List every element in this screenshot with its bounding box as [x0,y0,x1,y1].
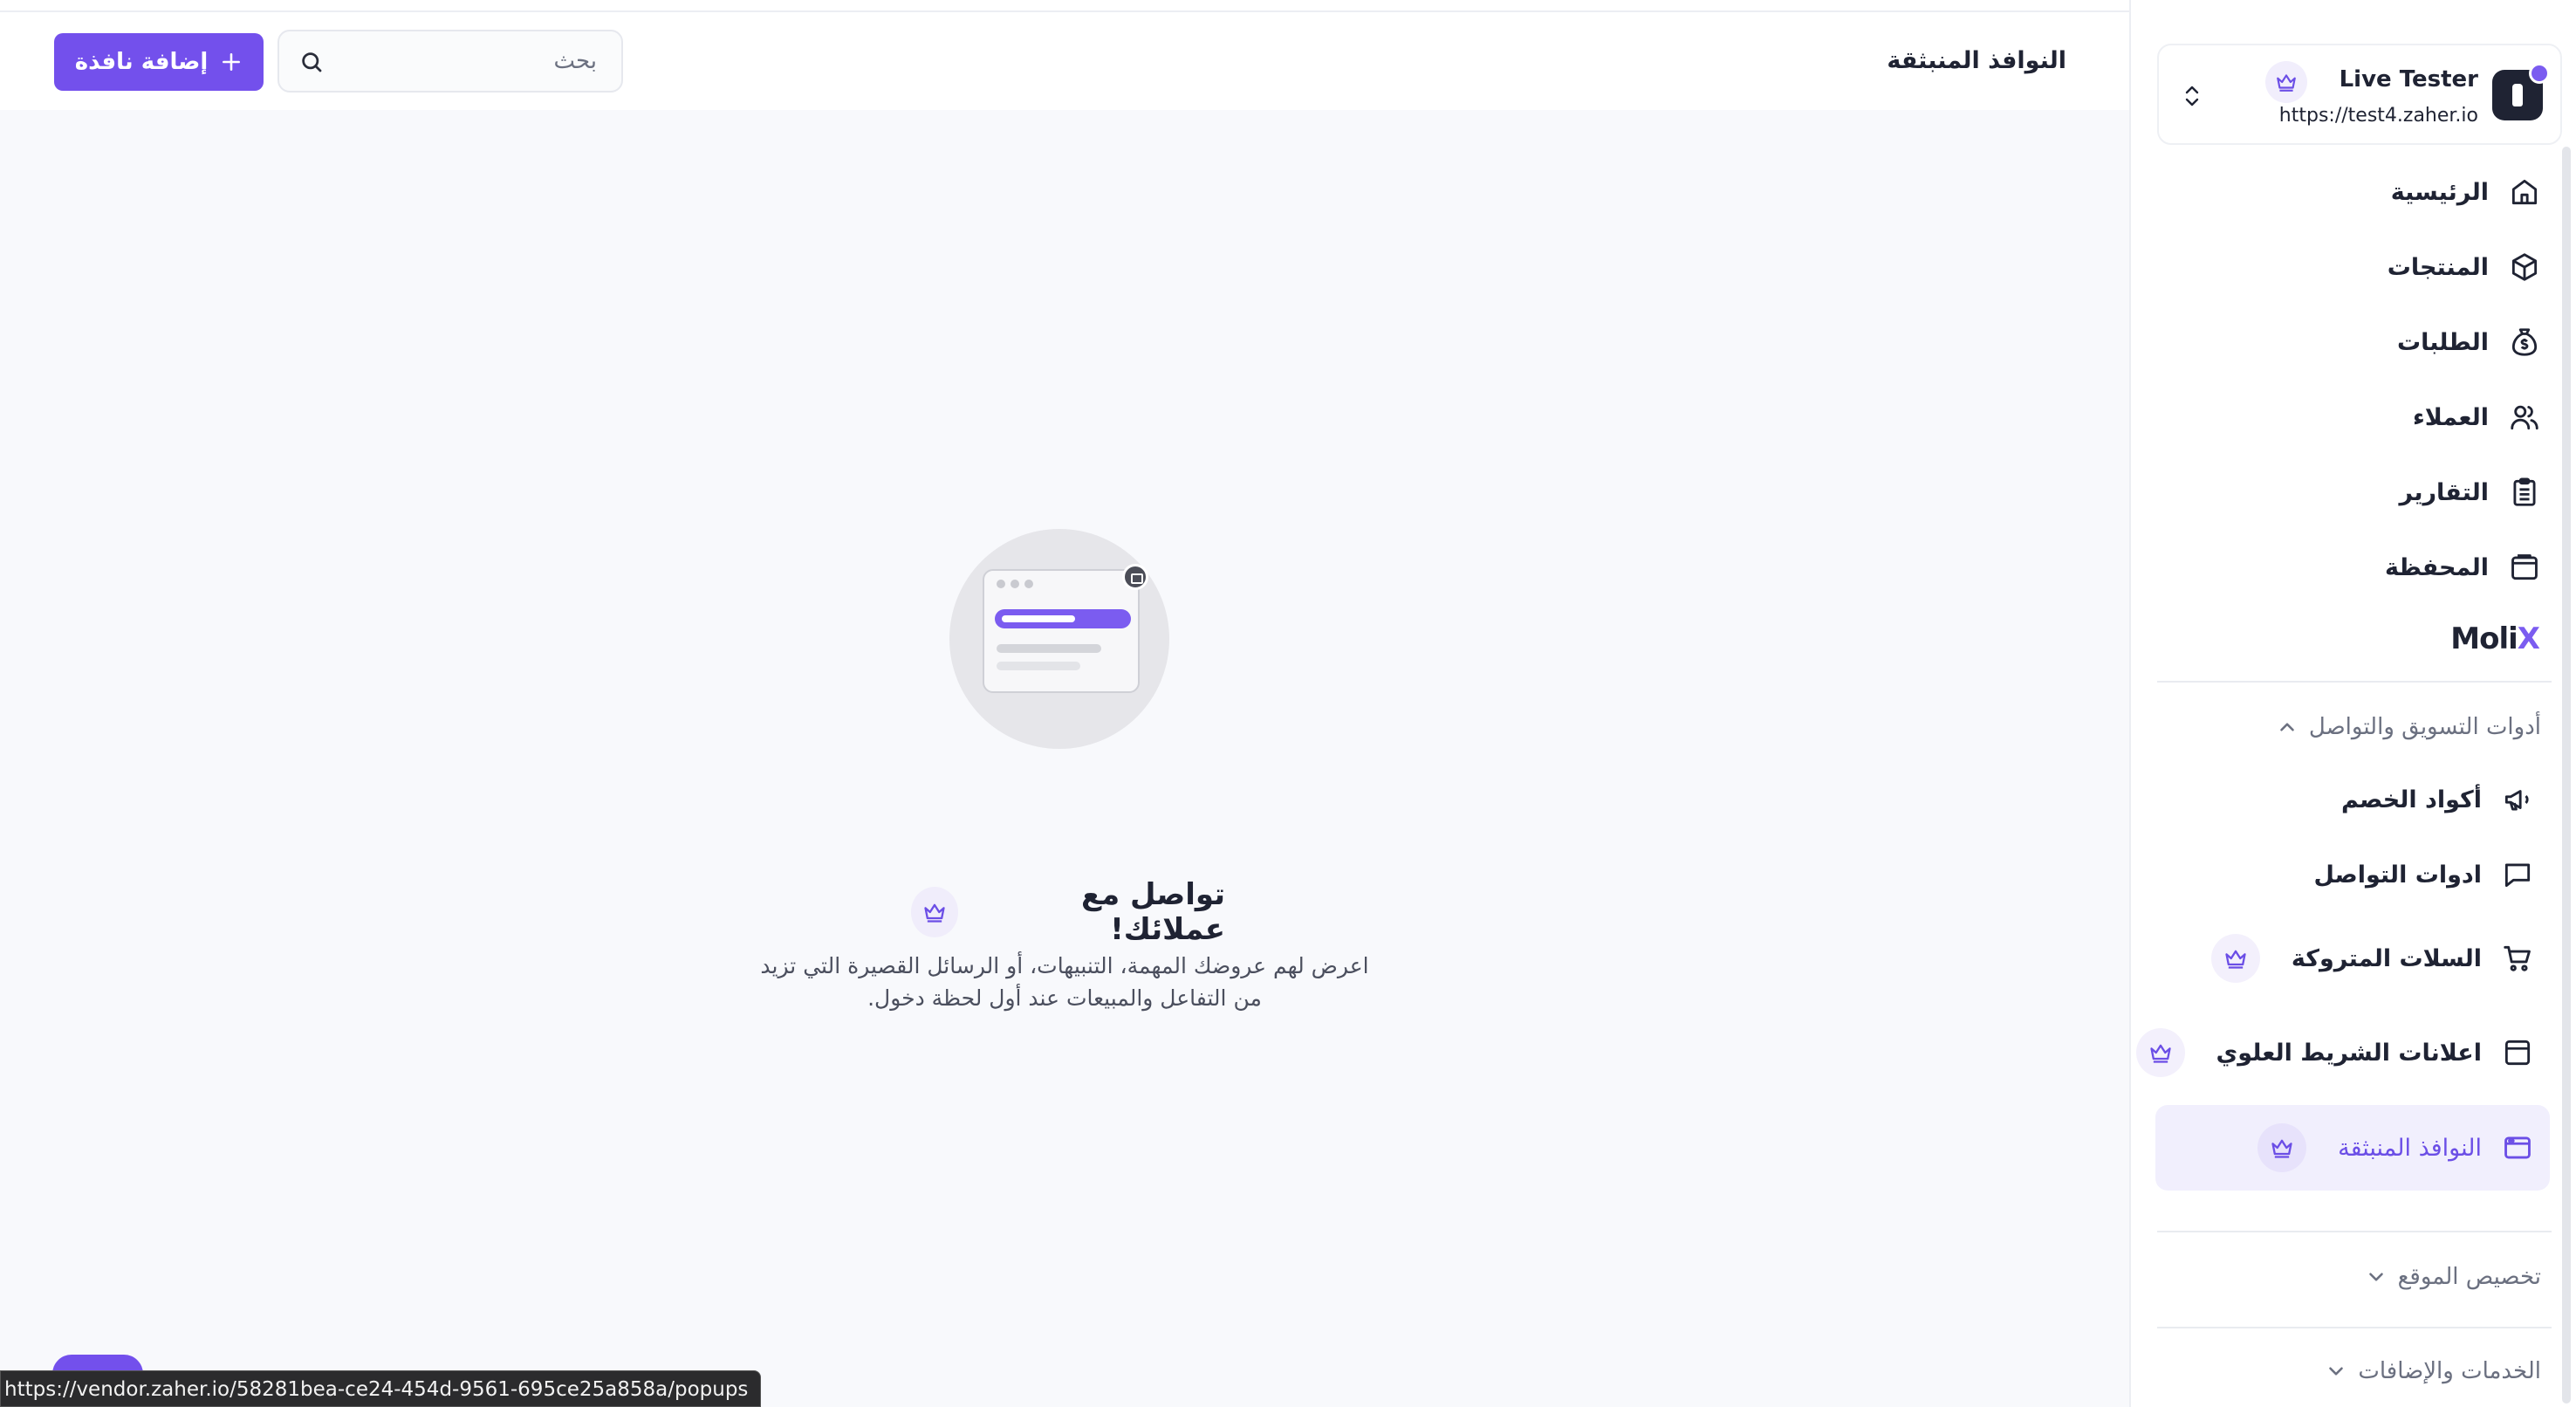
sidebar: Live Tester https://test4.zaher.io الرئي… [2129,0,2576,1407]
clipboard-icon [2513,477,2536,506]
brand-name: MoliX [2450,621,2540,656]
store-url: https://test4.zaher.io [2278,105,2478,127]
empty-state-title-row: تواصل مع عملائك! [911,877,1225,947]
sidebar-item-label: ادوات التواصل [2313,861,2482,889]
megaphone-icon [2504,790,2529,811]
section-title: تخصيص الموقع [2397,1264,2541,1290]
sidebar-item-wallet[interactable]: المحفظة [2385,543,2541,592]
top-border [0,0,2129,12]
sidebar-item-label: اعلانات الشريط العلوي [2216,1039,2482,1067]
divider [2157,681,2552,683]
sidebar-item-products[interactable]: المنتجات [2388,243,2541,292]
divider [2157,1231,2552,1232]
add-popup-button[interactable]: إضافة نافذة [54,33,264,91]
sidebar-item-customers[interactable]: العملاء [2413,393,2541,442]
sidebar-item-abandoned-carts[interactable]: السلات المتروكة [2210,930,2534,986]
sidebar-item-popups[interactable]: النوافذ المنبثقة [2155,1105,2550,1191]
chevron-down-icon [2329,1367,2344,1376]
settings-badge-icon [2529,63,2550,84]
users-icon [2511,405,2538,430]
store-logo [2492,63,2550,120]
add-popup-button-label: إضافة نافذة [74,49,209,75]
section-title: أدوات التسويق والتواصل [2308,714,2541,740]
store-switcher[interactable]: Live Tester https://test4.zaher.io [2157,44,2562,145]
close-icon [1122,564,1148,590]
chevron-down-icon [2368,1273,2383,1281]
sidebar-item-label: العملاء [2412,403,2489,431]
section-title: الخدمات والإضافات [2358,1358,2541,1384]
empty-state-title: تواصل مع عملائك! [1080,877,1225,947]
section-site-customization[interactable]: تخصيص الموقع [2365,1264,2541,1290]
status-bar-url: https://vendor.zaher.io/58281bea-ce24-45… [0,1370,762,1407]
sidebar-item-label: المنتجات [2387,253,2489,281]
wallet-icon [2511,554,2538,580]
search-box[interactable] [277,30,623,93]
sidebar-item-label: النوافذ المنبثقة [2338,1134,2482,1162]
sidebar-item-reports[interactable]: التقارير [2400,468,2541,517]
sidebar-item-home[interactable]: الرئيسية [2391,168,2541,216]
main-content: تواصل مع عملائك! اعرض لهم عروضك المهمة، … [0,110,2129,1407]
page-title: النوافذ المنبثقة [1887,47,2066,74]
chat-bubble-icon [2504,863,2531,888]
search-input[interactable] [335,48,597,74]
crown-icon [2265,61,2307,103]
home-icon [2511,179,2538,205]
crown-icon [2210,934,2260,983]
crown-icon [2135,1028,2185,1077]
store-name: Live Tester [2339,66,2478,93]
sidebar-item-discount-codes[interactable]: أكواد الخصم [2341,772,2534,827]
popup-window-illustration [983,564,1148,693]
chevron-up-down-icon[interactable] [2176,79,2208,113]
sidebar-item-orders[interactable]: الطلبات [2397,318,2541,367]
top-bar-icon [2504,1040,2531,1066]
plus-icon [223,53,241,71]
sidebar-scrollbar[interactable] [2562,147,2571,1404]
empty-state-illustration [949,529,1169,749]
money-bag-icon [2511,328,2538,356]
sidebar-item-communication-tools[interactable]: ادوات التواصل [2314,847,2534,903]
sidebar-item-label: التقارير [2399,478,2489,506]
section-marketing-tools[interactable]: أدوات التسويق والتواصل [2276,714,2541,740]
search-icon [302,52,322,72]
sidebar-item-label: الطلبات [2396,328,2489,356]
app-root: النوافذ المنبثقة إضافة نافذة تواصل مع عم… [0,0,2576,1407]
section-services-addons[interactable]: الخدمات والإضافات [2325,1358,2541,1384]
crown-icon [2257,1123,2307,1172]
chevron-up-icon [2280,723,2294,731]
box-icon [2511,253,2538,281]
crown-icon [911,887,959,937]
sidebar-item-label: الرئيسية [2390,178,2489,206]
divider [2157,1327,2552,1328]
sidebar-item-top-bar-ads[interactable]: اعلانات الشريط العلوي [2135,1025,2534,1081]
popup-window-icon [2504,1136,2531,1159]
sidebar-item-label: المحفظة [2384,553,2489,581]
sidebar-item-label: السلات المتروكة [2291,944,2482,972]
sidebar-item-label: أكواد الخصم [2340,786,2482,813]
cart-icon [2504,945,2531,971]
empty-state-description: اعرض لهم عروضك المهمة، التنبيهات، أو الر… [760,953,1369,1011]
brand-logo: MoliX [2450,621,2540,656]
page-header: النوافذ المنبثقة إضافة نافذة [0,12,2129,110]
